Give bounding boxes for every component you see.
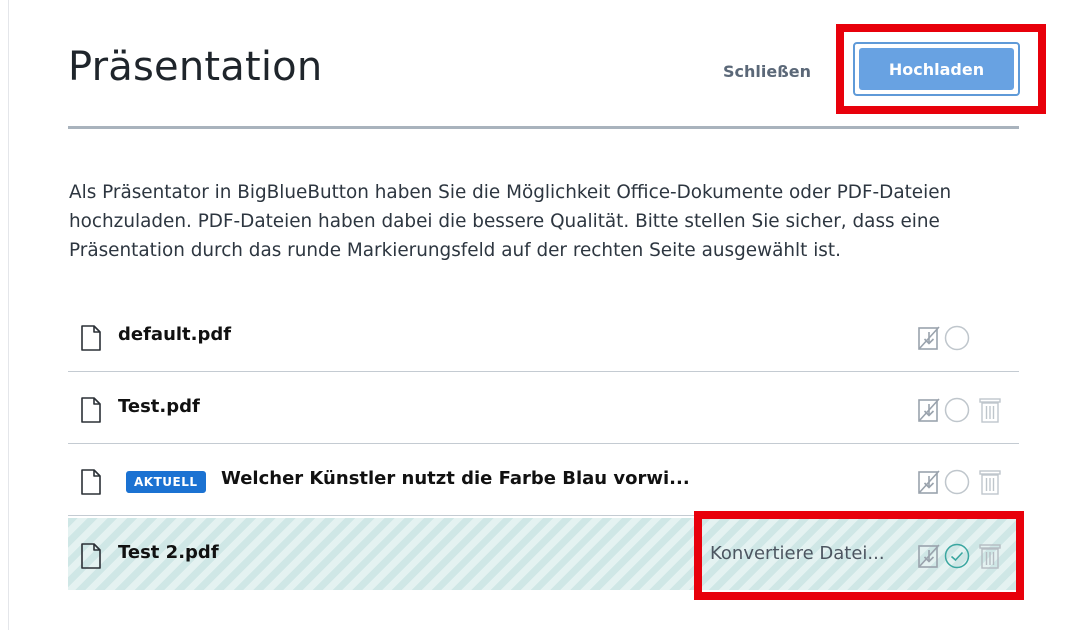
file-icon <box>81 397 101 423</box>
download-disabled-icon[interactable] <box>916 396 942 424</box>
trash-icon[interactable] <box>978 396 1002 424</box>
download-disabled-icon[interactable] <box>916 468 942 496</box>
radio-circle-icon[interactable] <box>944 469 970 495</box>
highlight-box-upload <box>836 24 1046 114</box>
header-divider <box>68 126 1019 129</box>
highlight-box-conversion <box>694 511 1024 600</box>
trash-icon[interactable] <box>978 468 1002 496</box>
radio-circle-icon[interactable] <box>944 325 970 351</box>
download-disabled-icon[interactable] <box>916 324 942 352</box>
current-badge: AKTUELL <box>126 471 206 493</box>
file-name: Welcher Künstler nutzt die Farbe Blau vo… <box>221 468 690 489</box>
file-icon <box>81 469 101 495</box>
file-name: Test 2.pdf <box>118 542 219 563</box>
file-icon <box>81 325 101 351</box>
file-row-default: default.pdf <box>68 300 1019 372</box>
file-name: Test.pdf <box>118 396 200 417</box>
file-row-current: AKTUELL Welcher Künstler nutzt die Farbe… <box>68 444 1019 516</box>
close-button[interactable]: Schließen <box>723 58 823 84</box>
file-icon <box>81 543 101 569</box>
file-name: default.pdf <box>118 324 232 345</box>
panel-left-border <box>8 0 9 630</box>
upload-instructions: Als Präsentator in BigBlueButton haben S… <box>69 182 952 261</box>
radio-circle-icon[interactable] <box>944 397 970 423</box>
file-row-test: Test.pdf <box>68 372 1019 444</box>
modal-title: Präsentation <box>68 44 323 90</box>
